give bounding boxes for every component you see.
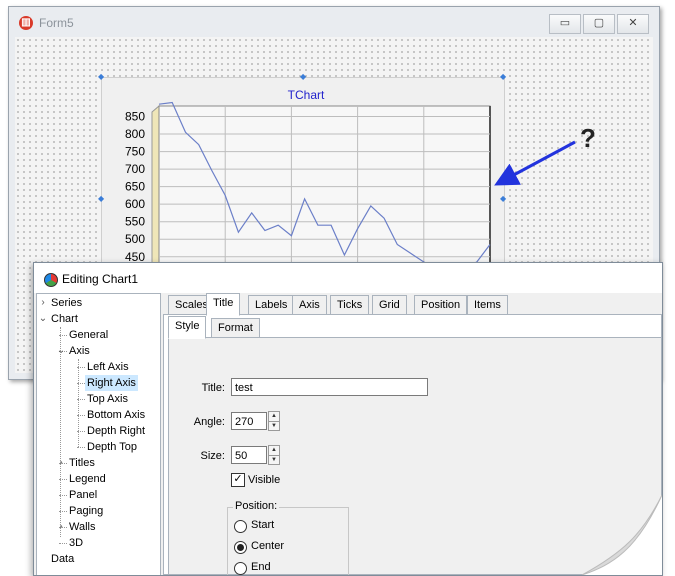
size-label: Size: [200, 450, 225, 462]
chevron-right-icon[interactable]: › [56, 455, 66, 471]
tree-item-titles[interactable]: Titles [69, 455, 95, 471]
dialog-titlebar[interactable]: Editing Chart1 [34, 263, 662, 293]
chevron-down-icon[interactable]: ⌄ [56, 343, 66, 359]
visible-checkbox[interactable]: ✓ [231, 473, 245, 487]
tree-item-chart[interactable]: Chart [51, 311, 78, 327]
tree-item-general[interactable]: General [69, 327, 108, 343]
subtab-style[interactable]: Style [168, 316, 207, 339]
y-tick-label: 650 [125, 180, 145, 194]
annotation-arrow-icon [494, 140, 576, 186]
position-label-end: End [251, 561, 271, 573]
dialog-title: Editing Chart1 [62, 272, 139, 286]
y-tick-label: 700 [125, 162, 145, 176]
chevron-right-icon[interactable]: › [56, 519, 66, 535]
chevron-right-icon[interactable]: › [38, 295, 48, 311]
y-tick-label: 750 [125, 145, 145, 159]
tab-title[interactable]: Title [206, 293, 241, 316]
tree-item-bottom-axis[interactable]: Bottom Axis [87, 407, 145, 423]
spin-up-icon[interactable]: ▲ [269, 412, 279, 422]
visible-label: Visible [248, 474, 281, 486]
minimize-button[interactable]: ▭ [549, 14, 581, 34]
y-tick-label: 800 [125, 127, 145, 141]
spin-down-icon[interactable]: ▼ [269, 456, 279, 465]
tree-connector [78, 359, 79, 447]
chevron-down-icon[interactable]: ⌄ [38, 311, 48, 327]
title-label: Title: [201, 382, 225, 394]
position-group-label: Position: [233, 500, 280, 512]
tree-item-3d[interactable]: 3D [69, 535, 83, 551]
size-spinner[interactable]: ▲ ▼ [268, 445, 280, 465]
tree-connector [59, 543, 67, 544]
tab-position[interactable]: Position [414, 295, 468, 315]
checkmark-icon: ✓ [233, 473, 243, 485]
position-radio-start[interactable] [234, 520, 247, 533]
tab-axis[interactable]: Axis [292, 295, 327, 315]
tree-item-data[interactable]: Data [51, 551, 74, 567]
editor-tree[interactable]: › Series ⌄ Chart General ⌄ Axis Left Axis Right … [36, 293, 161, 575]
size-input[interactable]: 50 [231, 446, 267, 464]
maximize-button[interactable]: ▢ [583, 14, 615, 34]
form5-titlebar[interactable]: ▥ Form5 ▭ ▢ ✕ [9, 7, 659, 37]
page-curl-decoration [582, 495, 662, 575]
y-tick-label: 850 [125, 110, 145, 124]
close-button[interactable]: ✕ [617, 14, 649, 34]
tree-item-depth-right[interactable]: Depth Right [87, 423, 145, 439]
angle-input[interactable]: 270 [231, 412, 267, 430]
tab-items[interactable]: Items [467, 295, 508, 315]
angle-spinner[interactable]: ▲ ▼ [268, 411, 280, 431]
delphi-app-icon: ▥ [19, 16, 33, 30]
tree-connector [60, 327, 61, 537]
y-tick-label: 600 [125, 197, 145, 211]
angle-label: Angle: [193, 416, 225, 428]
tree-item-walls[interactable]: Walls [69, 519, 95, 535]
teechart-icon [44, 273, 58, 287]
position-label-center: Center [251, 540, 285, 552]
position-radio-end[interactable] [234, 562, 247, 575]
form5-title: Form5 [39, 16, 74, 30]
subtab-format[interactable]: Format [211, 318, 260, 338]
spin-down-icon[interactable]: ▼ [269, 422, 279, 431]
tab-labels[interactable]: Labels [248, 295, 295, 315]
tree-item-legend[interactable]: Legend [69, 471, 106, 487]
position-radio-center[interactable] [234, 541, 247, 554]
tree-item-right-axis[interactable]: Right Axis [85, 375, 138, 391]
chart-title: TChart [288, 88, 325, 102]
tab-grid[interactable]: Grid [372, 295, 407, 315]
tree-item-axis[interactable]: Axis [69, 343, 90, 359]
editing-chart-dialog: Editing Chart1 › Series ⌄ Chart General ⌄ Axis… [33, 262, 663, 576]
spin-up-icon[interactable]: ▲ [269, 446, 279, 456]
tree-item-depth-top[interactable]: Depth Top [87, 439, 137, 455]
position-label-start: Start [251, 519, 275, 531]
tab-ticks[interactable]: Ticks [330, 295, 370, 315]
tree-item-top-axis[interactable]: Top Axis [87, 391, 128, 407]
y-tick-label: 550 [125, 215, 145, 229]
tree-item-series[interactable]: Series [51, 295, 82, 311]
tree-connector [77, 447, 85, 448]
left-wall [151, 104, 160, 269]
tree-item-left-axis[interactable]: Left Axis [87, 359, 129, 375]
title-input[interactable]: test [231, 378, 428, 396]
tree-item-paging[interactable]: Paging [69, 503, 103, 519]
y-tick-label: 500 [125, 232, 145, 246]
tree-item-panel[interactable]: Panel [69, 487, 97, 503]
